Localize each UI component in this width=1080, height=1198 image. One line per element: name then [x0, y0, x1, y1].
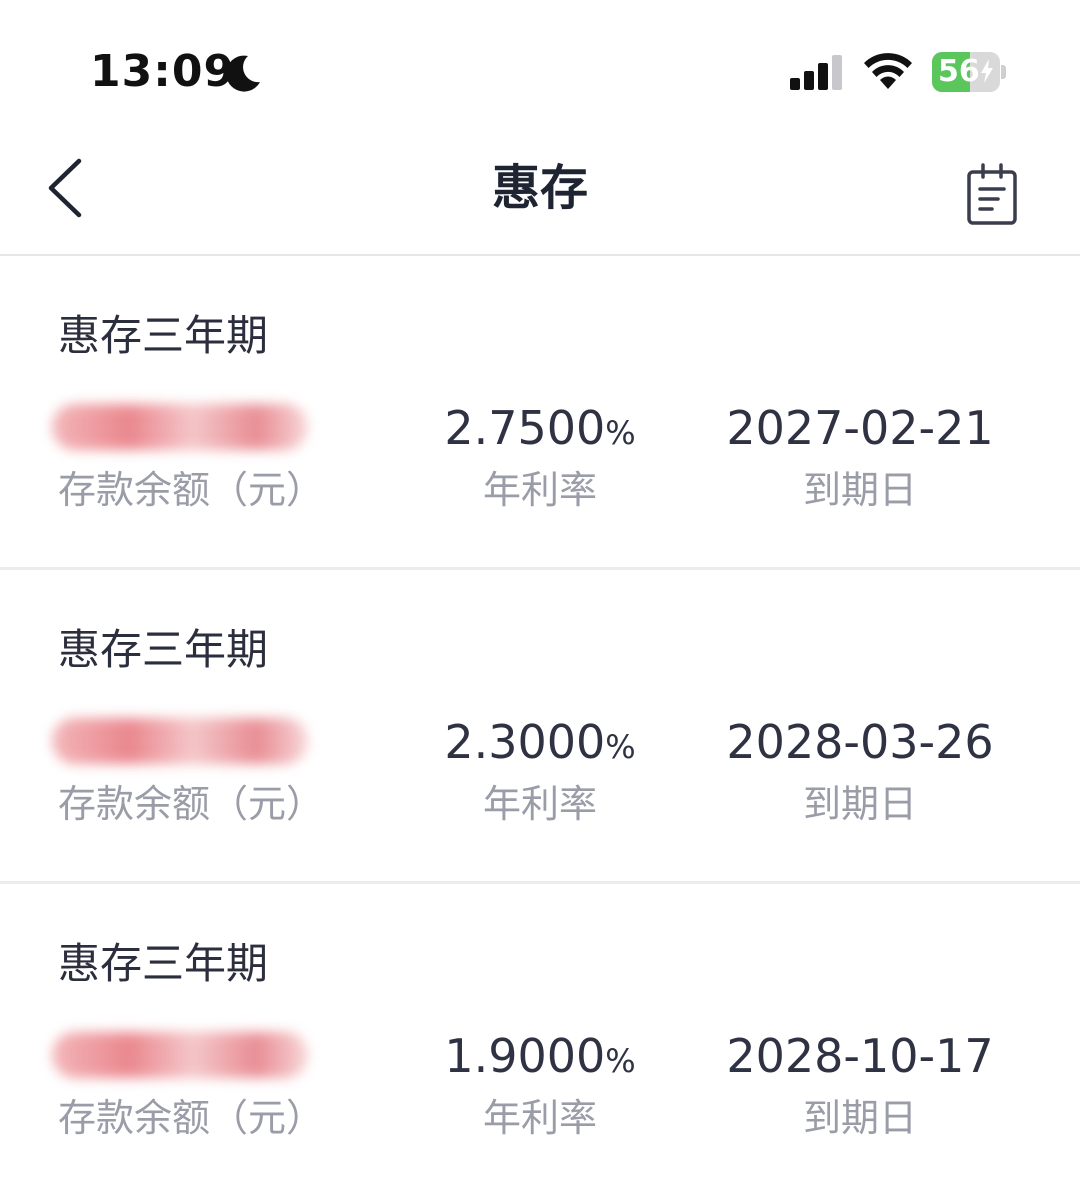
- amount-label: 存款余额（元）: [58, 782, 325, 826]
- maturity-label: 到期日: [802, 1096, 917, 1140]
- amount-redacted: [52, 404, 308, 450]
- maturity-date: 2028-03-26: [726, 715, 994, 769]
- deposit-card[interactable]: 惠存三年期 存款余额（元） 1.9000% 年利率 2028-10-17 到期日: [0, 884, 1080, 1198]
- maturity-date: 2028-10-17: [726, 1029, 994, 1083]
- battery-body: 56: [932, 52, 1000, 92]
- wifi-icon: [864, 53, 912, 89]
- maturity-label: 到期日: [802, 468, 917, 512]
- product-name: 惠存三年期: [58, 311, 269, 360]
- deposit-card[interactable]: 惠存三年期 存款余额（元） 2.3000% 年利率 2028-03-26 到期日: [0, 570, 1080, 884]
- product-name: 惠存三年期: [58, 939, 269, 988]
- signal-bar: [818, 63, 828, 90]
- maturity-label: 到期日: [802, 782, 917, 826]
- rate-value: 2.7500%: [444, 401, 636, 455]
- amount-redacted: [52, 1032, 308, 1078]
- moon-icon: [226, 55, 260, 92]
- signal-bar: [832, 55, 842, 90]
- amount-label: 存款余额（元）: [58, 1096, 325, 1140]
- rate-value: 2.3000%: [444, 715, 636, 769]
- rate-label: 年利率: [482, 782, 597, 826]
- nav-bar: 惠存: [0, 120, 1080, 256]
- amount-label: 存款余额（元）: [58, 468, 325, 512]
- rate-value: 1.9000%: [444, 1029, 636, 1083]
- battery-cap: [1001, 65, 1006, 79]
- signal-icon: [790, 55, 842, 90]
- rate-label: 年利率: [482, 1096, 597, 1140]
- charging-bolt-icon: [980, 59, 993, 83]
- product-name: 惠存三年期: [58, 625, 269, 674]
- status-time: 13:09: [90, 46, 236, 97]
- signal-bar: [790, 78, 800, 90]
- deposit-list: 惠存三年期 存款余额（元） 2.7500% 年利率 2027-02-21 到期日…: [0, 256, 1080, 1198]
- back-button[interactable]: [30, 148, 100, 228]
- clipboard-list-icon: [967, 163, 1017, 225]
- records-button[interactable]: [956, 154, 1028, 234]
- battery-indicator: 56: [932, 52, 1006, 92]
- deposit-card[interactable]: 惠存三年期 存款余额（元） 2.7500% 年利率 2027-02-21 到期日: [0, 256, 1080, 570]
- status-bar: 13:09 56: [0, 0, 1080, 120]
- amount-redacted: [52, 718, 308, 764]
- rate-label: 年利率: [482, 468, 597, 512]
- page-title: 惠存: [491, 160, 588, 216]
- battery-percent: 56: [932, 52, 1000, 92]
- chevron-left-icon: [48, 158, 82, 218]
- maturity-date: 2027-02-21: [726, 401, 994, 455]
- signal-bar: [804, 71, 814, 90]
